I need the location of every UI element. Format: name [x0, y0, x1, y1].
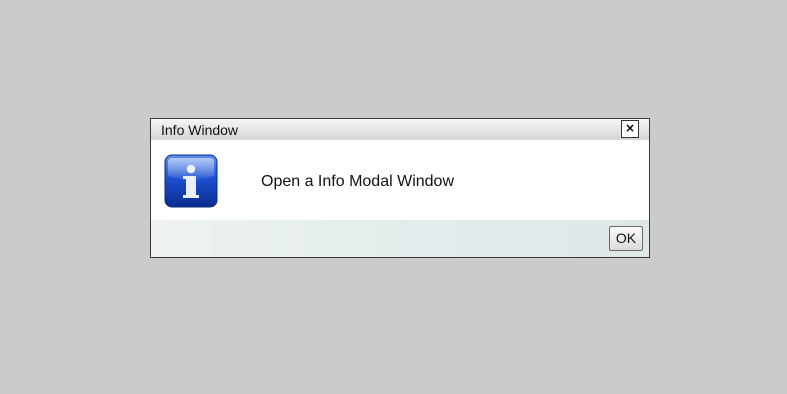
info-icon	[164, 154, 218, 208]
dialog-footer: OK	[151, 220, 649, 257]
dialog-title: Info Window	[161, 122, 239, 138]
ok-button[interactable]: OK	[609, 226, 643, 251]
dialog-message: Open a Info Modal Window	[261, 173, 454, 190]
dialog-content: Open a Info Modal Window	[151, 140, 649, 220]
dialog-titlebar[interactable]: Info Window ×	[151, 119, 649, 140]
info-modal-dialog: Info Window × Open a Info Modal Window O…	[150, 118, 650, 258]
close-button[interactable]: ×	[621, 120, 639, 138]
